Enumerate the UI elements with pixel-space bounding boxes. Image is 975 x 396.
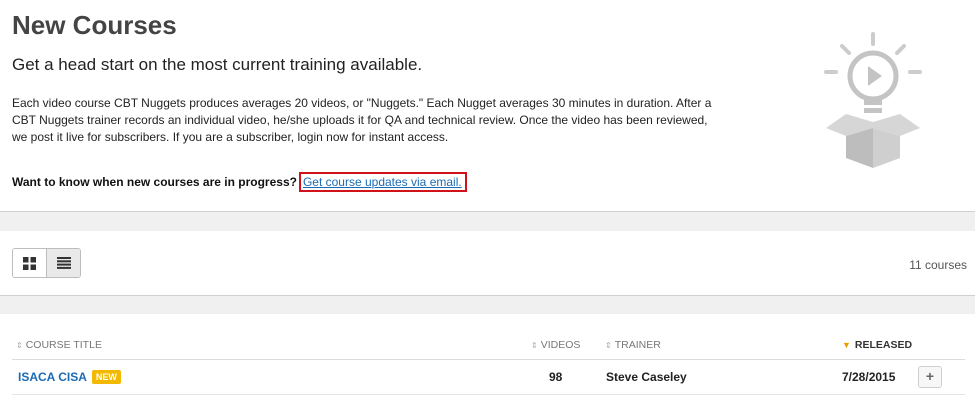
course-title-cell: ISACA CISA NEW (18, 370, 121, 384)
sort-icon: ⇕ (605, 341, 612, 350)
sort-icon: ⇕ (531, 341, 538, 350)
add-course-button[interactable]: + (918, 366, 942, 388)
course-title-link[interactable]: ISACA CISA (18, 370, 87, 384)
column-header-trainer[interactable]: ⇕ TRAINER (605, 339, 661, 351)
video-count: 98 (549, 370, 563, 384)
column-header-released[interactable]: ▼ RELEASED (842, 339, 912, 351)
new-badge: NEW (91, 370, 121, 384)
course-updates-email-link[interactable]: Get course updates via email. (298, 172, 467, 192)
lightbulb-play-icon (824, 32, 922, 168)
release-date: 7/28/2015 (842, 370, 896, 384)
updates-prompt-text: Want to know when new courses are in pro… (12, 175, 297, 189)
sort-descending-icon: ▼ (842, 340, 851, 350)
trainer-name: Steve Caseley (606, 370, 687, 384)
list-view-button[interactable] (46, 249, 80, 277)
column-header-videos[interactable]: ⇕ VIDEOS (531, 339, 580, 351)
view-toggle (12, 248, 81, 278)
section-divider (0, 295, 975, 314)
list-view-icon (56, 257, 71, 269)
updates-prompt: Want to know when new courses are in pro… (12, 172, 467, 192)
page-title: New Courses (12, 10, 177, 40)
table-row: ISACA CISA NEW 98 Steve Caseley 7/28/2015… (12, 360, 965, 395)
grid-view-icon (23, 256, 36, 270)
grid-view-button[interactable] (13, 249, 46, 277)
sort-icon: ⇕ (16, 341, 23, 350)
table-header: ⇕ COURSE TITLE ⇕ VIDEOS ⇕ TRAINER ▼ RELEASED (12, 333, 965, 360)
column-header-course-title[interactable]: ⇕ COURSE TITLE (16, 339, 102, 351)
course-count: 11 courses (909, 258, 967, 272)
page-description: Each video course CBT Nuggets produces a… (12, 96, 712, 144)
section-divider (0, 211, 975, 231)
page-subtitle: Get a head start on the most current tra… (12, 55, 423, 74)
course-toolbar: 11 courses (0, 231, 975, 295)
hero-section: New Courses Get a head start on the most… (0, 0, 975, 211)
